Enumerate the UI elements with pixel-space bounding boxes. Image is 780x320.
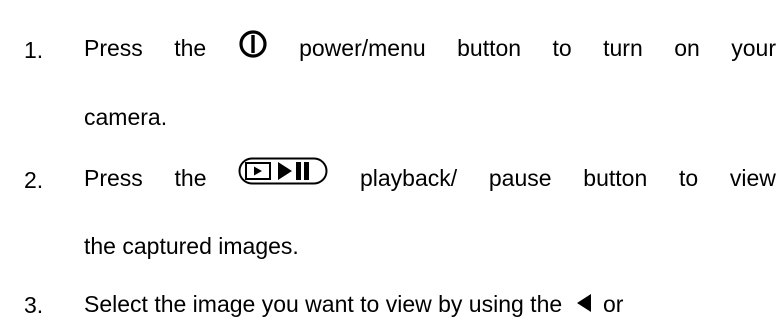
word: to	[678, 165, 699, 191]
word: Press	[84, 165, 143, 191]
word: power/menu	[299, 35, 426, 61]
word: the	[174, 165, 207, 191]
step-1-line-2: camera.	[84, 104, 168, 130]
left-arrow-icon	[575, 292, 593, 314]
word: playback/	[359, 165, 458, 191]
step-number: 3.	[24, 292, 44, 318]
word: the	[174, 35, 207, 61]
step-1-line-1: Press the power/menu button to turn on y…	[84, 30, 776, 62]
word: to	[552, 35, 572, 61]
step-3-text: Select the image you want to view by usi…	[84, 291, 563, 317]
power-menu-icon	[238, 29, 268, 59]
word: your	[731, 35, 776, 61]
step-3-tail: or	[602, 291, 624, 317]
playback-pause-icon	[238, 157, 328, 185]
word: pause	[488, 165, 552, 191]
step-3-line-1: Select the image you want to view by usi…	[84, 290, 776, 318]
word: button	[583, 165, 648, 191]
step-number: 1.	[24, 37, 44, 63]
step-number: 2.	[24, 167, 44, 193]
word: on	[674, 35, 700, 61]
word: button	[457, 35, 522, 61]
step-2-line-2: the captured images.	[84, 233, 299, 259]
word: Press	[84, 35, 143, 61]
word: turn	[603, 35, 643, 61]
step-2-line-1: Press the playback/ pause button to view	[84, 157, 776, 192]
word: view	[729, 165, 776, 191]
